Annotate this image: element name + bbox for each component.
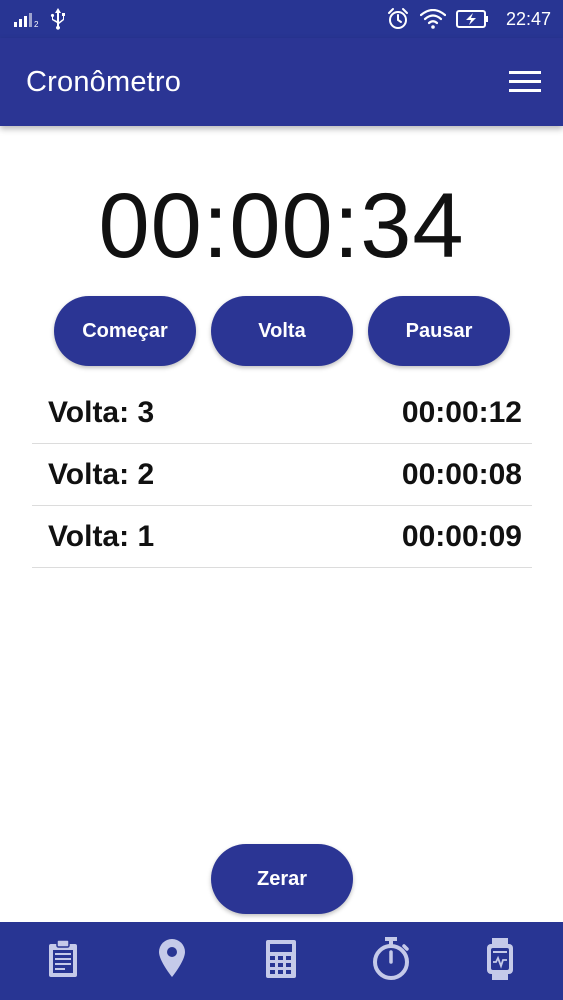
timer-display: 00:00:34 [98, 175, 465, 277]
lap-row: Volta: 3 00:00:12 [32, 382, 532, 444]
pause-button[interactable]: Pausar [368, 296, 510, 366]
nav-item-smartwatch[interactable] [465, 931, 535, 991]
stopwatch-icon [371, 936, 411, 986]
status-right: 22:47 [386, 7, 551, 31]
smartwatch-icon [485, 937, 515, 985]
lap-list: Volta: 3 00:00:12 Volta: 2 00:00:08 Volt… [32, 382, 532, 568]
reset-button[interactable]: Zerar [211, 844, 353, 914]
signal-icon: 2 [14, 11, 40, 27]
clipboard-icon [47, 938, 79, 984]
lap-label: Volta: 1 [48, 519, 155, 553]
nav-item-calculator[interactable] [246, 931, 316, 991]
calculator-icon [265, 939, 297, 984]
app-bar: Cronômetro [0, 38, 563, 126]
start-button[interactable]: Começar [54, 296, 196, 366]
bottom-nav [0, 922, 563, 1000]
signal-sub-label: 2 [34, 20, 39, 27]
alarm-icon [386, 7, 410, 31]
lap-time: 00:00:08 [401, 457, 522, 491]
usb-icon [50, 8, 66, 30]
lap-time: 00:00:12 [401, 395, 522, 429]
wifi-icon [419, 9, 446, 29]
status-bar: 2 22:47 [0, 0, 563, 38]
stopwatch-screen: 2 22:47 Cronômetro 00:00:34 Começar Volt… [0, 0, 563, 1000]
hamburger-menu-icon[interactable] [509, 71, 541, 93]
location-pin-icon [158, 938, 186, 984]
nav-item-location[interactable] [137, 931, 207, 991]
status-left: 2 [14, 8, 66, 30]
status-time: 22:47 [505, 8, 551, 29]
lap-label: Volta: 2 [48, 457, 155, 491]
lap-row: Volta: 1 00:00:09 [32, 506, 532, 568]
nav-item-stopwatch[interactable] [356, 931, 426, 991]
lap-label: Volta: 3 [48, 395, 155, 429]
nav-item-notes[interactable] [28, 931, 98, 991]
lap-time: 00:00:09 [401, 519, 522, 553]
control-buttons: Começar Volta Pausar [54, 296, 510, 366]
page-title: Cronômetro [26, 65, 182, 98]
lap-row: Volta: 2 00:00:08 [32, 444, 532, 506]
lap-button[interactable]: Volta [211, 296, 353, 366]
battery-charging-icon [455, 9, 490, 29]
